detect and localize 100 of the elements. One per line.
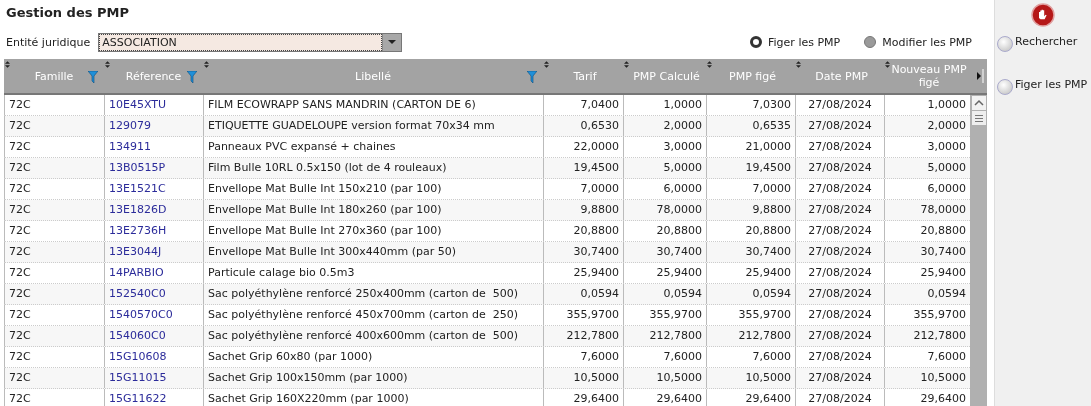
table-cell: Film Bulle 10RL 0.5x150 (lot de 4 rouleaux) [208, 161, 447, 174]
table-cell: 72C [9, 182, 31, 195]
table-cell: 27/08/2024 [808, 140, 872, 153]
table-cell: 30,7400 [656, 245, 702, 258]
table-cell: 78,0000 [920, 203, 966, 216]
table-cell: 27/08/2024 [808, 287, 872, 300]
sort-icon[interactable] [624, 61, 629, 68]
table-cell: 1,0000 [927, 98, 966, 111]
table-cell: 7,6000 [663, 350, 702, 363]
table-cell: 27/08/2024 [808, 224, 872, 237]
reference-link[interactable]: 13E2736H [109, 224, 167, 237]
table-cell: 72C [9, 140, 31, 153]
table-cell: Envellope Mat Bulle Int 180x260 (par 100) [208, 203, 442, 216]
table-cell: 30,7400 [745, 245, 791, 258]
table-cell: 7,0000 [752, 182, 791, 195]
table-cell: 3,0000 [663, 140, 702, 153]
table-cell: Sac polyéthylène renforcé 250x400mm (carton de 500) [208, 287, 518, 300]
reference-link[interactable]: 152540C0 [109, 287, 166, 300]
sort-icon[interactable] [707, 61, 712, 68]
sort-icon[interactable] [204, 61, 209, 68]
table-cell: 9,8800 [752, 203, 791, 216]
table-cell: 25,9400 [573, 266, 619, 279]
table-cell: 212,7800 [649, 329, 702, 342]
table-cell: 29,6400 [656, 392, 702, 405]
table-cell: 0,0594 [752, 287, 791, 300]
side-button[interactable]: Rechercher [997, 35, 1089, 52]
table-cell: 72C [9, 119, 31, 132]
table-cell: 0,0594 [580, 287, 619, 300]
reference-link[interactable]: 15G11622 [109, 392, 167, 405]
table-cell: 72C [9, 203, 31, 216]
table-cell: 72C [9, 161, 31, 174]
table-cell: 25,9400 [745, 266, 791, 279]
sort-icon[interactable] [796, 61, 801, 68]
table-cell: Sac polyéthylène renforcé 400x600mm (carton de 500) [208, 329, 518, 342]
entity-dropdown[interactable]: ASSOCIATION [98, 32, 403, 52]
reference-link[interactable]: 154060C0 [109, 329, 166, 342]
reference-link[interactable]: 1540570C0 [109, 308, 173, 321]
reference-link[interactable]: 134911 [109, 140, 151, 153]
table-cell: 10,5000 [656, 371, 702, 384]
caret-icon [382, 33, 402, 51]
reference-link[interactable]: 10E45XTU [109, 98, 167, 111]
side-button[interactable]: Figer les PMP [997, 78, 1089, 95]
table-cell: 29,6400 [573, 392, 619, 405]
table-cell: 3,0000 [927, 140, 966, 153]
table-cell: 6,0000 [663, 182, 702, 195]
scrollbar[interactable] [970, 95, 987, 406]
table-cell: 72C [9, 329, 31, 342]
table-cell: 7,0300 [752, 98, 791, 111]
table-cell: 25,9400 [920, 266, 966, 279]
table-cell: 7,0400 [580, 98, 619, 111]
table-cell: 0,6530 [580, 119, 619, 132]
reference-link[interactable]: 13B0515P [109, 161, 166, 174]
table-cell: 27/08/2024 [808, 245, 872, 258]
table-cell: 27/08/2024 [808, 119, 872, 132]
table-cell: 72C [9, 245, 31, 258]
table-cell: 20,8800 [656, 224, 702, 237]
radio-option[interactable]: Figer les PMP [750, 35, 841, 49]
table-cell: Envellope Mat Bulle Int 270x360 (par 100) [208, 224, 442, 237]
reference-link[interactable]: 129079 [109, 119, 151, 132]
page-title: Gestion des PMP [6, 5, 130, 22]
table-cell: 27/08/2024 [808, 161, 872, 174]
reference-link[interactable]: 15G11015 [109, 371, 167, 384]
table-cell: 19,4500 [573, 161, 619, 174]
table-cell: 355,9700 [649, 308, 702, 321]
table-cell: 72C [9, 224, 31, 237]
reference-link[interactable]: 13E1826D [109, 203, 167, 216]
table-cell: 25,9400 [656, 266, 702, 279]
table-cell: 20,8800 [573, 224, 619, 237]
table-cell: 212,7800 [913, 329, 966, 342]
table-cell: Sac polyéthylène renforcé 450x700mm (carton de 250) [208, 308, 518, 321]
sort-icon[interactable] [105, 61, 110, 68]
table-cell: 19,4500 [745, 161, 791, 174]
table-cell: 27/08/2024 [808, 203, 872, 216]
table-cell: 27/08/2024 [808, 350, 872, 363]
reference-link[interactable]: 15G10608 [109, 350, 167, 363]
table-cell: 0,0594 [663, 287, 702, 300]
table-cell: 9,8800 [580, 203, 619, 216]
table-cell: 27/08/2024 [808, 98, 872, 111]
table-cell: 22,0000 [573, 140, 619, 153]
table-cell: 10,5000 [573, 371, 619, 384]
table-cell: 72C [9, 266, 31, 279]
table-cell: 212,7800 [738, 329, 791, 342]
table-cell: Envellope Mat Bulle Int 150x210 (par 100) [208, 182, 442, 195]
table-cell: 10,5000 [745, 371, 791, 384]
stop-hand-icon[interactable] [1031, 3, 1055, 27]
reference-link[interactable]: 13E1521C [109, 182, 166, 195]
sort-icon[interactable] [5, 61, 10, 68]
scroll-up-icon[interactable] [971, 96, 986, 110]
table-cell: 27/08/2024 [808, 329, 872, 342]
radio-option[interactable]: Modifier les PMP [864, 35, 972, 49]
scroll-thumb[interactable] [971, 111, 986, 125]
scroll-right-icon[interactable] [976, 69, 984, 83]
sort-icon[interactable] [544, 61, 549, 68]
reference-link[interactable]: 13E3044J [109, 245, 162, 258]
table-cell: Sachet Grip 160X220mm (par 1000) [208, 392, 409, 405]
sort-icon[interactable] [885, 61, 890, 68]
table-cell: 27/08/2024 [808, 182, 872, 195]
table-cell: ETIQUETTE GUADELOUPE version format 70x34 mm [208, 119, 495, 132]
reference-link[interactable]: 14PARBIO [109, 266, 164, 279]
table-cell: 10,5000 [920, 371, 966, 384]
